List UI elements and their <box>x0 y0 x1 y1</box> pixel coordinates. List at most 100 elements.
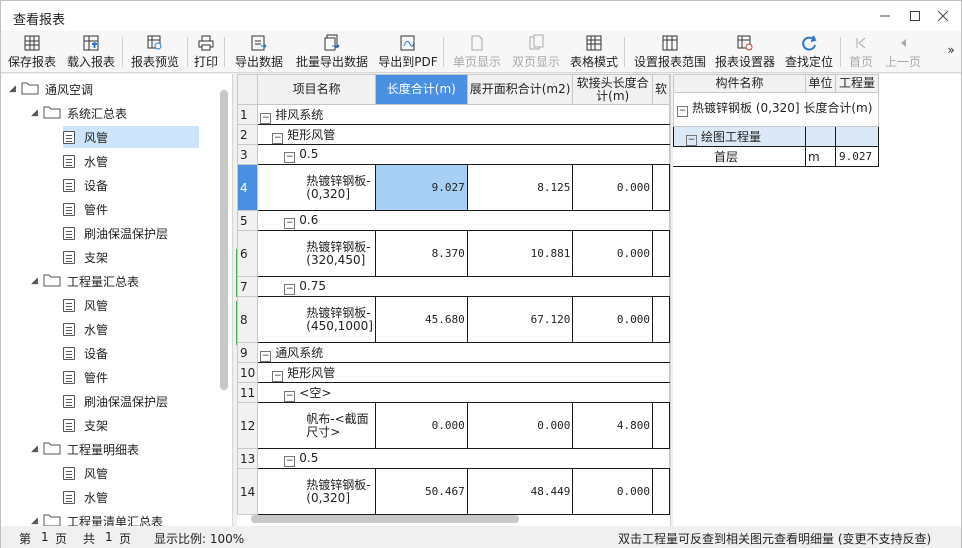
item-name-cell[interactable]: 热镀锌钢板-(320,450] <box>257 230 376 277</box>
toolbar-button-10[interactable]: 设置报表范围 <box>631 33 709 71</box>
joint-length-cell[interactable]: 0.000 <box>572 164 653 211</box>
length-cell[interactable]: 9.027 <box>374 164 468 211</box>
expand-arrow-icon[interactable]: ◢ <box>9 84 21 94</box>
tree-item[interactable]: 设备 <box>63 174 108 196</box>
grid-horizontal-scrollbar[interactable] <box>251 515 519 523</box>
collapse-icon[interactable]: − <box>272 132 284 144</box>
tree-item[interactable]: 刷油保温保护层 <box>63 390 168 412</box>
detail-root-row[interactable]: − 热镀锌钢板 (0,320] 长度合计(m) <box>673 92 879 127</box>
tree-folder[interactable]: ◢ 通风空调 <box>9 78 93 100</box>
col-header-name[interactable]: 项目名称 <box>257 74 376 105</box>
collapse-icon[interactable]: − <box>284 151 296 163</box>
area-cell[interactable]: 67.120 <box>466 296 574 343</box>
tree-folder[interactable]: ◢ 工程量清单汇总表 <box>31 510 163 526</box>
expand-arrow-icon[interactable]: ◢ <box>31 108 43 118</box>
length-cell[interactable]: 50.467 <box>374 468 468 515</box>
length-cell[interactable]: 0.000 <box>374 402 468 449</box>
extra-cell[interactable] <box>651 230 670 277</box>
collapse-icon[interactable]: − <box>272 370 284 382</box>
tree-item[interactable]: 刷油保温保护层 <box>63 222 168 244</box>
col-header-area[interactable]: 展开面积合计(m2) <box>466 74 574 105</box>
detail-group-row[interactable]: − 绘图工程量 <box>673 126 806 147</box>
toolbar-button-4[interactable]: 导出数据 <box>231 33 287 71</box>
minimize-button[interactable] <box>871 5 899 27</box>
tree-item[interactable]: 风管 <box>63 294 108 316</box>
toolbar-button-6[interactable]: 导出到PDF <box>376 33 440 71</box>
item-name-cell[interactable]: 热镀锌钢板-(0,320] <box>257 468 376 515</box>
joint-length-cell[interactable]: 0.000 <box>572 230 653 277</box>
extra-cell[interactable] <box>651 296 670 343</box>
maximize-button[interactable] <box>901 5 929 27</box>
group-row-cell[interactable]: − 矩形风管 <box>257 362 670 383</box>
tree-scrollbar[interactable] <box>220 90 228 390</box>
area-cell[interactable]: 10.881 <box>466 230 574 277</box>
tree-item[interactable]: 支架 <box>63 246 108 268</box>
detail-leaf-qty[interactable]: 9.027 <box>835 146 879 167</box>
toolbar-button-12[interactable]: 查找定位 <box>781 33 837 71</box>
tree-item[interactable]: 风管 <box>63 462 108 484</box>
extra-cell[interactable] <box>651 164 670 211</box>
collapse-icon[interactable]: − <box>677 106 688 117</box>
toolbar-button-label: 批量导出数据 <box>295 55 368 69</box>
item-name-cell[interactable]: 热镀锌钢板-(0,320] <box>257 164 376 211</box>
collapse-icon[interactable]: − <box>284 217 296 229</box>
toolbar-button-5[interactable]: 批量导出数据 <box>293 33 371 71</box>
toolbar-button-7[interactable]: 单页显示 <box>450 33 504 71</box>
first-page-icon <box>852 33 870 53</box>
tree-folder[interactable]: ◢ 系统汇总表 <box>31 102 127 124</box>
collapse-icon[interactable]: − <box>686 134 697 146</box>
tree-item[interactable]: 水管 <box>63 486 108 508</box>
length-cell[interactable]: 8.370 <box>374 230 468 277</box>
item-name-cell[interactable]: 帆布-<截面尺寸> <box>257 402 376 449</box>
tree-item[interactable]: 支架 <box>63 414 108 436</box>
toolbar-button-2[interactable]: 报表预览 <box>126 33 184 71</box>
expand-arrow-icon[interactable]: ◢ <box>31 276 43 286</box>
col-header-joint-length[interactable]: 软接头长度合计(m) <box>572 74 653 105</box>
collapse-icon[interactable]: − <box>260 112 272 124</box>
tree-folder[interactable]: ◢ 工程量明细表 <box>31 438 139 460</box>
tree-item[interactable]: 设备 <box>63 342 108 364</box>
group-row-cell[interactable]: −0.5 <box>257 144 670 165</box>
extra-cell[interactable] <box>651 402 670 449</box>
area-cell[interactable]: 0.000 <box>466 402 574 449</box>
area-cell[interactable]: 8.125 <box>466 164 574 211</box>
tree-item[interactable]: 管件 <box>63 366 108 388</box>
group-row-cell[interactable]: − 通风系统 <box>257 342 670 363</box>
toolbar-button-14[interactable]: 上一页 <box>881 33 925 71</box>
close-button[interactable] <box>929 5 957 27</box>
tree-item[interactable]: 管件 <box>63 198 108 220</box>
expand-arrow-icon[interactable]: ◢ <box>31 516 43 526</box>
tree-folder[interactable]: ◢ 工程量汇总表 <box>31 270 139 292</box>
collapse-icon[interactable]: − <box>284 283 296 295</box>
joint-length-cell[interactable]: 0.000 <box>572 468 653 515</box>
collapse-icon[interactable]: − <box>260 350 272 362</box>
toolbar-button-9[interactable]: 表格模式 <box>567 33 621 71</box>
joint-length-cell[interactable]: 4.800 <box>572 402 653 449</box>
group-row-cell[interactable]: − 排风系统 <box>257 104 670 125</box>
expand-arrow-icon[interactable]: ◢ <box>31 444 43 454</box>
tree-item[interactable]: 水管 <box>63 318 108 340</box>
collapse-icon[interactable]: − <box>284 390 296 402</box>
col-header-extra[interactable]: 软 <box>651 74 670 105</box>
area-cell[interactable]: 48.449 <box>466 468 574 515</box>
toolbar-button-1[interactable]: 载入报表 <box>63 33 119 71</box>
joint-length-cell[interactable]: 0.000 <box>572 296 653 343</box>
extra-cell[interactable] <box>651 468 670 515</box>
group-row-cell[interactable]: − <空> <box>257 382 670 403</box>
group-row-cell[interactable]: −0.75 <box>257 276 670 297</box>
toolbar-button-0[interactable]: 保存报表 <box>6 33 58 71</box>
tree-item[interactable]: 风管 <box>63 126 199 148</box>
group-row-cell[interactable]: −0.6 <box>257 210 670 231</box>
toolbar-button-8[interactable]: 双页显示 <box>509 33 563 71</box>
tree-item[interactable]: 水管 <box>63 150 108 172</box>
collapse-icon[interactable]: − <box>284 455 296 467</box>
detail-header-unit: 单位 <box>805 74 836 93</box>
length-cell[interactable]: 45.680 <box>374 296 468 343</box>
toolbar-button-3[interactable]: 打印 <box>191 33 221 71</box>
item-name-cell[interactable]: 热镀锌钢板-(450,1000] <box>257 296 376 343</box>
group-row-cell[interactable]: −0.5 <box>257 448 670 469</box>
toolbar-button-13[interactable]: 首页 <box>844 33 878 71</box>
group-row-cell[interactable]: − 矩形风管 <box>257 124 670 145</box>
toolbar-button-11[interactable]: 报表设置器 <box>712 33 778 71</box>
col-header-length[interactable]: 长度合计(m) <box>374 74 468 105</box>
